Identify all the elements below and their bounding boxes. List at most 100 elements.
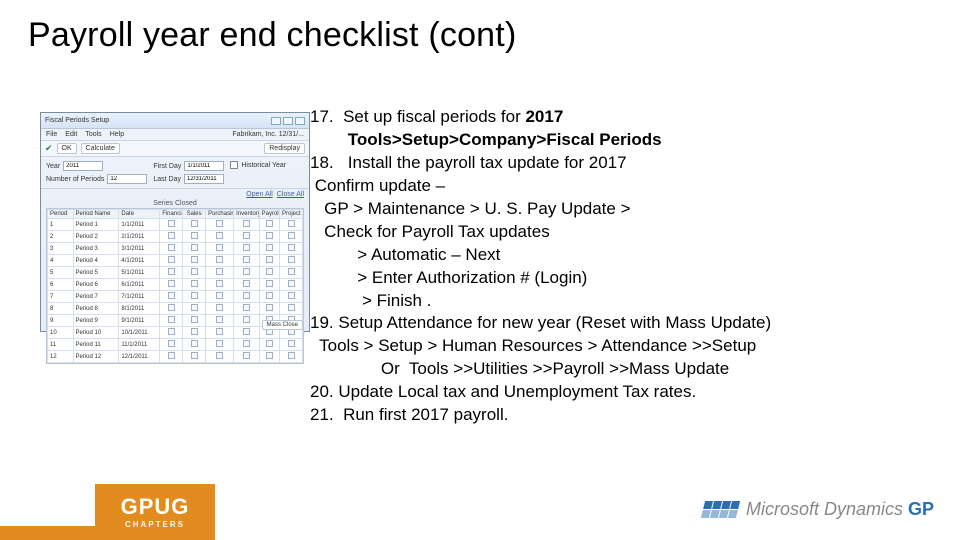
checkbox[interactable]	[216, 268, 223, 275]
checkbox[interactable]	[266, 340, 273, 347]
checkbox[interactable]	[168, 280, 175, 287]
checkbox[interactable]	[168, 256, 175, 263]
col-purchasing: Purchasing	[206, 210, 234, 219]
redisplay-button[interactable]: Redisplay	[264, 143, 305, 154]
checkbox[interactable]	[191, 280, 198, 287]
num-periods-input[interactable]	[107, 174, 147, 184]
checkbox[interactable]	[266, 268, 273, 275]
checkbox[interactable]	[288, 268, 295, 275]
checkbox[interactable]	[168, 328, 175, 335]
checkbox[interactable]	[191, 268, 198, 275]
checkbox[interactable]	[191, 292, 198, 299]
checkbox[interactable]	[216, 304, 223, 311]
checkbox[interactable]	[243, 256, 250, 263]
checkbox[interactable]	[288, 304, 295, 311]
minimize-icon[interactable]	[271, 117, 281, 125]
checkbox[interactable]	[168, 316, 175, 323]
close-icon[interactable]	[295, 117, 305, 125]
checkbox[interactable]	[216, 220, 223, 227]
checkbox[interactable]	[191, 256, 198, 263]
historical-year-checkbox[interactable]	[230, 161, 238, 169]
historical-year-label: Historical Year	[241, 162, 286, 169]
checkbox[interactable]	[288, 280, 295, 287]
checkbox[interactable]	[168, 340, 175, 347]
last-day-input[interactable]	[184, 174, 224, 184]
checkbox[interactable]	[168, 304, 175, 311]
checkbox[interactable]	[243, 268, 250, 275]
menu-help[interactable]: Help	[110, 131, 124, 138]
checkbox[interactable]	[216, 316, 223, 323]
checkbox[interactable]	[266, 292, 273, 299]
checkbox[interactable]	[216, 232, 223, 239]
checkbox[interactable]	[243, 340, 250, 347]
checkbox[interactable]	[168, 232, 175, 239]
checkbox[interactable]	[288, 340, 295, 347]
checkbox[interactable]	[168, 268, 175, 275]
checkbox[interactable]	[288, 256, 295, 263]
checkbox[interactable]	[191, 244, 198, 251]
checkbox[interactable]	[191, 232, 198, 239]
checkbox[interactable]	[266, 244, 273, 251]
dynamics-flag-icon	[701, 501, 740, 518]
menu-file[interactable]: File	[46, 131, 57, 138]
table-row: 6Period 66/1/2011	[48, 279, 303, 291]
fiscal-periods-window: Fiscal Periods Setup File Edit Tools Hel…	[40, 112, 310, 332]
item-18: 18. Install the payroll tax update for 2…	[310, 153, 627, 172]
checkbox[interactable]	[191, 304, 198, 311]
year-input[interactable]	[63, 161, 103, 171]
checkbox[interactable]	[191, 328, 198, 335]
checkbox[interactable]	[288, 352, 295, 359]
checkbox[interactable]	[191, 220, 198, 227]
checkbox[interactable]	[243, 220, 250, 227]
mass-close-button[interactable]: Mass Close	[262, 320, 303, 330]
checkbox[interactable]	[191, 340, 198, 347]
checkbox[interactable]	[243, 304, 250, 311]
menu-tools[interactable]: Tools	[85, 131, 101, 138]
checkbox[interactable]	[243, 328, 250, 335]
calculate-button[interactable]: Calculate	[81, 143, 120, 154]
item-17-path: Tools>Setup>Company>Fiscal Periods	[348, 130, 662, 149]
checkbox[interactable]	[216, 256, 223, 263]
checkbox[interactable]	[216, 352, 223, 359]
year-label: Year	[46, 163, 60, 170]
checkbox[interactable]	[243, 316, 250, 323]
checkbox[interactable]	[266, 256, 273, 263]
open-all-link[interactable]: Open All	[246, 191, 272, 198]
checkbox[interactable]	[288, 292, 295, 299]
checkbox[interactable]	[216, 340, 223, 347]
checkbox[interactable]	[168, 352, 175, 359]
checkbox[interactable]	[216, 244, 223, 251]
checkbox[interactable]	[243, 280, 250, 287]
checkbox[interactable]	[216, 328, 223, 335]
checkbox[interactable]	[288, 232, 295, 239]
checkbox[interactable]	[168, 292, 175, 299]
checkbox[interactable]	[191, 316, 198, 323]
first-day-input[interactable]	[184, 161, 224, 171]
checkbox[interactable]	[168, 244, 175, 251]
close-all-link[interactable]: Close All	[277, 191, 304, 198]
checkbox[interactable]	[266, 352, 273, 359]
checkbox[interactable]	[266, 220, 273, 227]
checkbox[interactable]	[216, 292, 223, 299]
ms-dynamics-gp-logo: Microsoft Dynamics GP	[703, 499, 934, 520]
ok-button[interactable]: OK	[57, 143, 77, 154]
item-17-year: 2017	[525, 107, 563, 126]
item-19-path1: Tools > Setup > Human Resources > Attend…	[310, 336, 756, 355]
table-row: 5Period 55/1/2011	[48, 267, 303, 279]
checkbox[interactable]	[243, 352, 250, 359]
checkbox[interactable]	[243, 232, 250, 239]
checkbox[interactable]	[288, 244, 295, 251]
checkbox[interactable]	[243, 292, 250, 299]
checkbox[interactable]	[266, 280, 273, 287]
checkbox[interactable]	[266, 232, 273, 239]
checkbox[interactable]	[288, 220, 295, 227]
checkbox[interactable]	[168, 220, 175, 227]
checkbox[interactable]	[216, 280, 223, 287]
maximize-icon[interactable]	[283, 117, 293, 125]
menu-edit[interactable]: Edit	[65, 131, 77, 138]
checkbox[interactable]	[243, 244, 250, 251]
checkbox[interactable]	[266, 304, 273, 311]
item-21: 21. Run first 2017 payroll.	[310, 405, 508, 424]
ok-check-icon: ✔	[45, 143, 53, 154]
checkbox[interactable]	[191, 352, 198, 359]
